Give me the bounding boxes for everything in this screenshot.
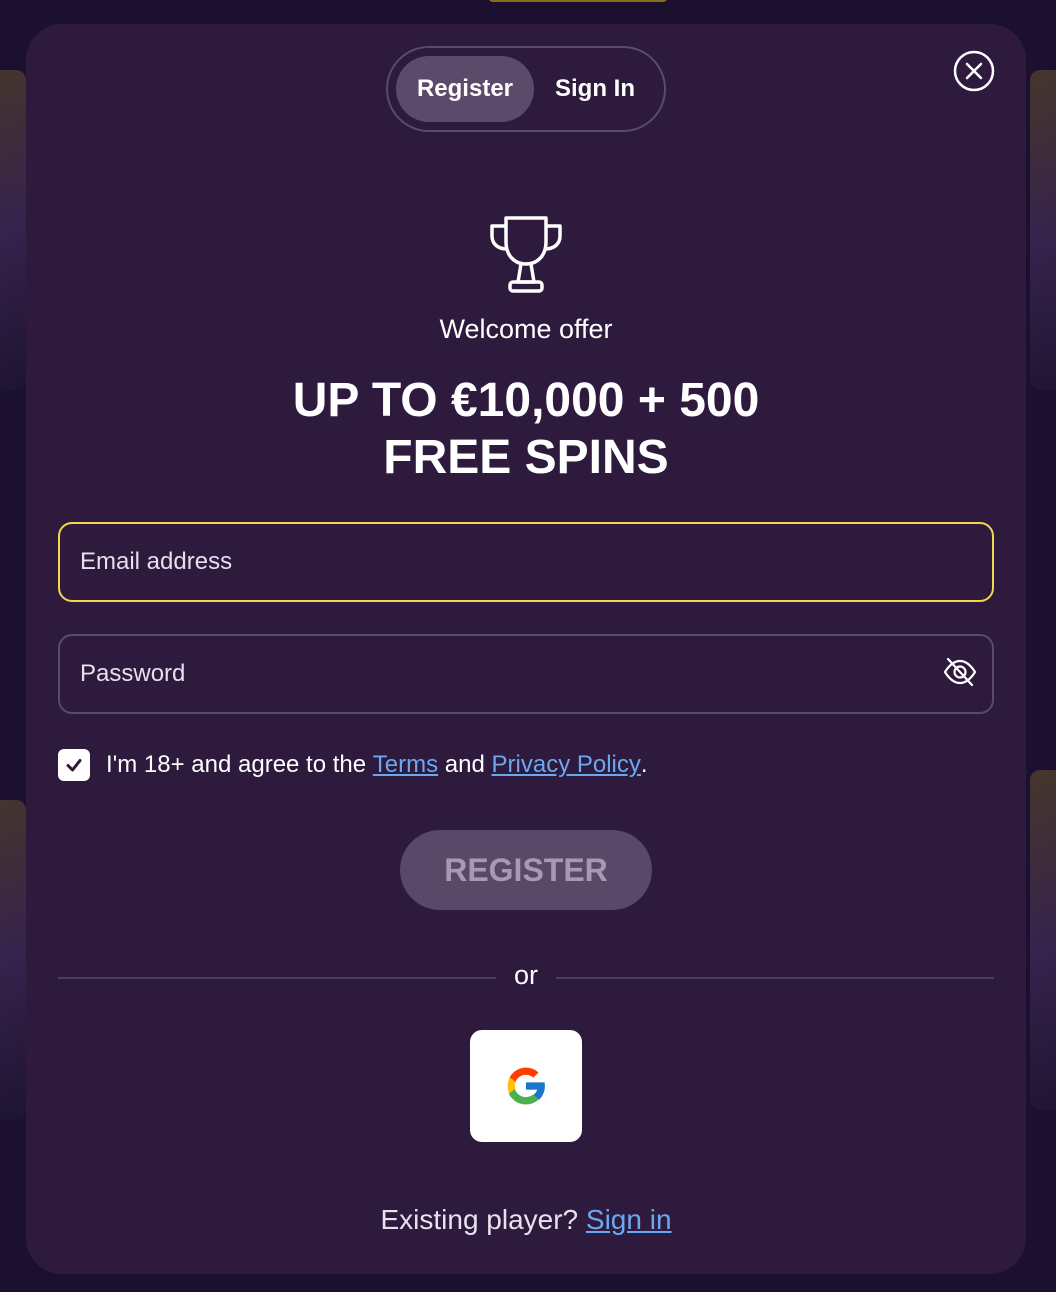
- divider-or-text: or: [513, 960, 538, 990]
- divider-line-right: [556, 977, 994, 979]
- register-button[interactable]: REGISTER: [400, 830, 652, 910]
- offer-headline: UP TO €10,000 + 500 FREE SPINS: [26, 372, 1026, 486]
- eye-slash-icon: [943, 657, 977, 687]
- background-game-tile-left-top: [0, 70, 26, 390]
- background-game-tile-left-bottom: [0, 800, 26, 1120]
- password-field[interactable]: [58, 634, 994, 714]
- email-field[interactable]: [58, 522, 994, 602]
- divider-line-left: [58, 977, 496, 979]
- offer-headline-line-2: FREE SPINS: [383, 431, 669, 484]
- privacy-policy-link[interactable]: Privacy Policy: [492, 751, 641, 779]
- close-icon: [953, 50, 995, 92]
- checkmark-icon: [66, 759, 82, 772]
- terms-suffix-text: .: [640, 751, 648, 778]
- existing-player-text: Existing player?: [380, 1204, 579, 1235]
- terms-checkbox[interactable]: [58, 749, 90, 781]
- background-game-tile-right-bottom: [1030, 770, 1056, 1110]
- terms-agreement-row: I'm 18+ and agree to the Terms and Priva…: [58, 748, 648, 782]
- google-sign-in-button[interactable]: [470, 1030, 582, 1142]
- google-logo-icon: [507, 1067, 546, 1105]
- terms-prefix-text: I'm 18+ and agree to the: [106, 751, 367, 778]
- terms-and-text: and: [444, 751, 485, 778]
- sign-in-link[interactable]: Sign in: [586, 1204, 672, 1235]
- background-banner-bar: [488, 0, 668, 2]
- terms-link[interactable]: Terms: [373, 751, 438, 779]
- tab-register[interactable]: Register: [396, 56, 534, 122]
- welcome-offer-label: Welcome offer: [439, 314, 613, 344]
- existing-player-row: Existing player? Sign in: [26, 1204, 1026, 1236]
- offer-headline-line-1: UP TO €10,000 + 500: [292, 374, 760, 427]
- register-modal: Register Sign In Welcome offer UP TO €10…: [26, 24, 1026, 1274]
- trophy-icon: [484, 212, 568, 296]
- auth-mode-toggle: Register Sign In: [386, 46, 666, 132]
- background-game-tile-right-top: [1030, 70, 1056, 390]
- close-button[interactable]: [953, 50, 995, 92]
- tab-sign-in[interactable]: Sign In: [534, 56, 656, 122]
- password-visibility-toggle[interactable]: [942, 654, 978, 690]
